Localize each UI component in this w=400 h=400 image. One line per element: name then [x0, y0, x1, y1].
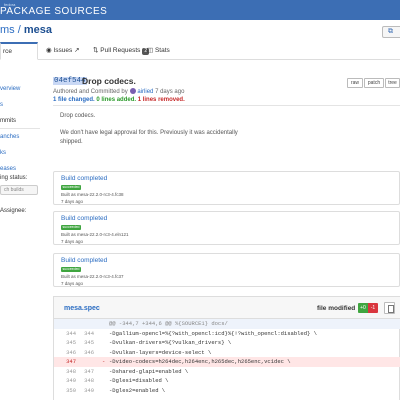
copy-button[interactable]: ⧉: [382, 26, 400, 38]
diff-code: -Dvulkan-drivers=%{?vulkan_drivers} \: [109, 339, 232, 346]
build-status-badge: succeeded: [61, 225, 81, 230]
commit-message-line: We don't have legal approval for this. P…: [60, 130, 238, 136]
diff-code: -Dshared-glapi=enabled \: [109, 367, 189, 375]
old-line-number[interactable]: 347: [62, 357, 76, 367]
commit-message: Drop codecs. We don't have legal approva…: [53, 105, 400, 155]
build-status-badge: succeeded: [61, 267, 81, 272]
build-title-link[interactable]: Build completed: [61, 175, 107, 182]
new-line-number[interactable]: 347: [80, 367, 94, 377]
diff-file-link[interactable]: mesa.spec: [64, 305, 100, 312]
diff-panel: mesa.spec file modified +0 -1 @@ -344,7 …: [53, 296, 400, 400]
tab-issues[interactable]: ◉ Issues ↗: [46, 42, 80, 60]
build-status-badge: succeeded: [61, 185, 81, 190]
diff-file-status: file modified: [317, 305, 356, 312]
repo-breadcrumb: ms / mesa: [0, 24, 52, 36]
repo-tabs: rce ◉ Issues ↗ ⇅ Pull Requests 2 ◫ Stats: [0, 42, 400, 60]
new-line-number[interactable]: 344: [80, 329, 94, 339]
new-line-number[interactable]: 349: [80, 386, 94, 396]
build-card: Build completed succeeded Built as mesa-…: [53, 211, 400, 245]
build-title-link[interactable]: Build completed: [61, 257, 107, 264]
build-card: Build completed succeeded Built as mesa-…: [53, 171, 400, 205]
commit-authored-line: Authored and Committed by airlied 7 days…: [53, 88, 184, 95]
watch-builds-button[interactable]: ch builds: [0, 185, 38, 195]
sidebar-item-overview[interactable]: verview: [0, 86, 20, 92]
top-bar: fedora PACKAGE SOURCES: [0, 0, 400, 20]
sidebar-item-releases[interactable]: eases: [0, 166, 16, 172]
diff-code: -Dgles2=enabled \: [109, 386, 166, 394]
build-title-link[interactable]: Build completed: [61, 215, 107, 222]
diff-remove-marker: -: [102, 358, 106, 365]
diff-line: 345 345 -Dvulkan-drivers=%{?vulkan_drive…: [54, 338, 400, 348]
build-description: Built as mesa-22.2.0-rc3-4.fc38: [61, 192, 124, 197]
old-line-number[interactable]: 344: [62, 329, 76, 339]
diff-code: -Dgallium-opencl=%{?with_opencl:icd}%{!?…: [109, 329, 317, 337]
diff-code: -Dvulkan-layers=device-select \: [109, 348, 212, 356]
commit-message-line: shipped.: [60, 139, 83, 145]
files-changed[interactable]: 1 file changed.: [53, 97, 95, 103]
diff-header: mesa.spec file modified +0 -1: [54, 297, 400, 319]
authored-prefix: Authored and Committed by: [53, 89, 128, 95]
lines-removed: 1 lines removed.: [137, 97, 185, 103]
diff-code: -Dvideo-codecs=h264dec,h264enc,h265dec,h…: [109, 358, 291, 365]
tab-source[interactable]: rce: [0, 42, 38, 60]
diff-line: 346 346 -Dvulkan-layers=device-select \: [54, 348, 400, 358]
old-line-number[interactable]: 350: [62, 386, 76, 396]
commit-time: 7 days ago: [155, 89, 185, 95]
commit-stats: 1 file changed. 0 lines added. 1 lines r…: [53, 97, 185, 103]
diff-hunk-header: @@ -344,7 +344,6 @@ %{SOURCE1} docs/: [54, 319, 400, 329]
lines-added: 0 lines added.: [96, 97, 137, 103]
external-link-icon: ↗: [72, 47, 80, 54]
diff-line: 348 347 -Dshared-glapi=enabled \: [54, 367, 400, 377]
diff-line: 344 344 -Dgallium-opencl=%{?with_opencl:…: [54, 329, 400, 339]
build-description: Built as mesa-22.2.0-rc3-4.fc37: [61, 274, 124, 279]
repo-namespace-link[interactable]: ms /: [0, 24, 24, 36]
stats-icon: ◫: [147, 47, 155, 54]
tree-button[interactable]: tree: [385, 78, 400, 88]
tab-label: Stats: [154, 47, 170, 54]
author-link[interactable]: airlied: [137, 89, 153, 95]
sidebar-item-branches[interactable]: anches: [0, 134, 19, 140]
build-time: 7 days ago: [61, 239, 84, 244]
old-line-number[interactable]: 346: [62, 348, 76, 358]
tab-label: Pull Requests: [100, 47, 141, 54]
raw-button[interactable]: raw: [347, 78, 363, 88]
sidebar-assignee-label: Assignee:: [0, 208, 27, 214]
site-logo[interactable]: PACKAGE SOURCES: [0, 6, 107, 17]
tab-label: Issues: [53, 47, 73, 54]
sidebar-divider: [0, 128, 40, 129]
new-line-number[interactable]: 346: [80, 348, 94, 358]
build-time: 7 days ago: [61, 199, 84, 204]
new-line-number[interactable]: 348: [80, 376, 94, 386]
build-description: Built as mesa-22.2.0-rc3-4.eln121: [61, 232, 129, 237]
diff-code: -Dgles1=disabled \: [109, 377, 169, 384]
old-line-number[interactable]: 345: [62, 338, 76, 348]
diff-code: @@ -344,7 +344,6 @@ %{SOURCE1} docs/: [109, 320, 228, 327]
patch-button[interactable]: patch: [364, 78, 384, 88]
sidebar-status-label: ing status:: [0, 175, 28, 181]
commit-message-line: Drop codecs.: [60, 113, 96, 119]
repo-name-link[interactable]: mesa: [24, 24, 52, 36]
sidebar-item-files[interactable]: s: [0, 102, 3, 108]
sidebar-item-commits[interactable]: mmits: [0, 118, 16, 124]
build-time: 7 days ago: [61, 281, 84, 286]
tab-label: rce: [3, 48, 13, 55]
new-line-number[interactable]: 345: [80, 338, 94, 348]
diff-line-removed: 347 - -Dvideo-codecs=h264dec,h264enc,h26…: [54, 357, 400, 367]
tab-stats[interactable]: ◫ Stats: [147, 42, 170, 60]
tab-pull-requests[interactable]: ⇅ Pull Requests 2: [93, 42, 150, 60]
old-line-number[interactable]: 349: [62, 376, 76, 386]
diff-line: 349 348 -Dgles1=disabled \: [54, 376, 400, 386]
commit-title: Drop codecs.: [82, 76, 136, 86]
view-file-icon[interactable]: [384, 302, 395, 314]
diff-added-badge: +0: [358, 303, 368, 313]
old-line-number[interactable]: 348: [62, 367, 76, 377]
avatar: [130, 88, 137, 94]
diff-removed-badge: -1: [368, 303, 378, 313]
diff-line: 350 349 -Dgles2=enabled \: [54, 386, 400, 396]
build-card: Build completed succeeded Built as mesa-…: [53, 253, 400, 287]
sidebar-item-forks[interactable]: ks: [0, 150, 6, 156]
